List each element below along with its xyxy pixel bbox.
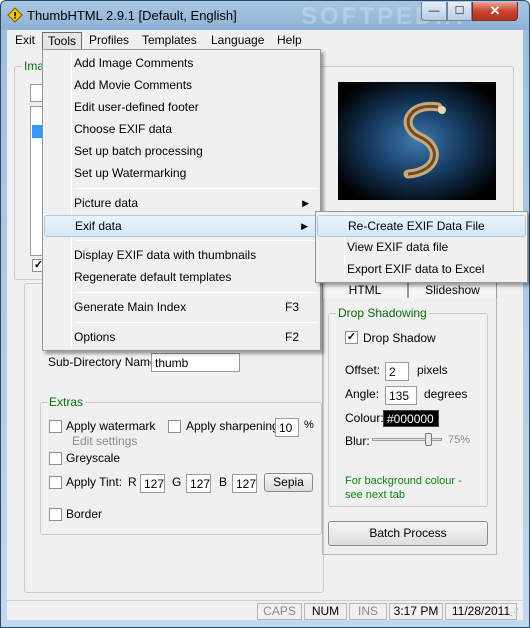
submenu-arrow-icon: ▶ [302, 198, 309, 208]
menu-item-add-movie-comments[interactable]: Add Movie Comments [44, 75, 319, 97]
batch-process-button[interactable]: Batch Process [328, 521, 488, 546]
tint-r-label: R [128, 475, 137, 489]
menu-item-options[interactable]: Options F2 [44, 327, 319, 349]
menu-separator [75, 188, 318, 189]
angle-unit: degrees [424, 387, 468, 401]
menu-item-view-exif[interactable]: View EXIF data file [317, 237, 526, 259]
drop-shadow-label: Drop Shadow [363, 331, 436, 345]
menu-templates[interactable]: Templates [137, 32, 202, 50]
menu-exit[interactable]: Exit [10, 32, 40, 50]
tab-html[interactable]: HTML [322, 282, 408, 298]
tint-r-input[interactable]: 127 [140, 474, 165, 493]
sharpening-unit: % [304, 419, 314, 431]
menu-item-batch-processing[interactable]: Set up batch processing [44, 141, 319, 163]
tools-menu: Add Image Comments Add Movie Comments Ed… [42, 49, 321, 351]
tint-b-label: B [219, 475, 228, 489]
status-ins: INS [349, 603, 387, 620]
greyscale-label: Greyscale [66, 451, 121, 465]
greyscale-checkbox[interactable] [49, 452, 62, 465]
apply-sharpening-checkbox[interactable] [168, 420, 181, 433]
title-bar[interactable]: ! ThumbHTML 2.9.1 [Default, English] SOF… [1, 1, 529, 30]
blur-value: 75% [448, 434, 471, 446]
extras-group-label: Extras [47, 395, 86, 409]
preview-image [338, 82, 496, 200]
status-time: 3:17 PM [389, 603, 443, 620]
maximize-button[interactable]: ☐ [447, 2, 472, 21]
menu-separator [75, 322, 318, 323]
offset-unit: pixels [417, 363, 448, 377]
status-caps: CAPS [257, 603, 302, 620]
apply-tint-label: Apply Tint: [66, 475, 123, 489]
exif-submenu: Re-Create EXIF Data File View EXIF data … [315, 211, 528, 283]
blur-label: Blur: [345, 434, 370, 448]
apply-tint-checkbox[interactable] [49, 476, 62, 489]
apply-watermark-checkbox[interactable] [49, 420, 62, 433]
menu-item-exif-data[interactable]: Exif data ▶ [44, 215, 319, 237]
svg-text:!: ! [13, 12, 17, 22]
tint-g-label: G [172, 475, 182, 489]
apply-sharpening-label: Apply sharpening [186, 419, 279, 433]
preview-graphic [338, 82, 496, 200]
menu-tools[interactable]: Tools [42, 32, 83, 50]
sharpening-input[interactable]: 10 [275, 418, 299, 437]
menu-bar: Exit Tools Profiles Templates Language H… [7, 30, 523, 50]
background-colour-note: For background colour - see next tab [345, 475, 462, 501]
border-label: Border [66, 507, 103, 521]
menu-help[interactable]: Help [272, 32, 307, 50]
tint-b-input[interactable]: 127 [232, 474, 257, 493]
window-title: ThumbHTML 2.9.1 [Default, English] [27, 8, 237, 23]
status-bar: CAPS NUM INS 3:17 PM 11/28/2011 ⋰ [7, 600, 523, 620]
angle-input[interactable]: 135 [385, 386, 417, 405]
offset-input[interactable]: 2 [385, 362, 409, 381]
drop-shadowing-label: Drop Shadowing [336, 306, 429, 320]
menu-item-export-exif-excel[interactable]: Export EXIF data to Excel [317, 259, 526, 281]
tint-g-input[interactable]: 127 [186, 474, 211, 493]
status-num: NUM [304, 603, 347, 620]
colour-swatch[interactable]: #000000 [383, 410, 439, 427]
menu-item-picture-data[interactable]: Picture data ▶ [44, 193, 319, 215]
menu-item-watermarking[interactable]: Set up Watermarking [44, 163, 319, 185]
menu-profiles[interactable]: Profiles [84, 32, 134, 50]
offset-label: Offset: [345, 363, 381, 377]
apply-watermark-label: Apply watermark [66, 419, 156, 433]
sepia-button[interactable]: Sepia [264, 473, 313, 492]
menu-item-display-exif[interactable]: Display EXIF data with thumbnails [44, 245, 319, 267]
minimize-button[interactable]: — [421, 2, 447, 21]
blur-slider-thumb[interactable] [425, 433, 432, 446]
close-button[interactable]: ✕ [472, 2, 518, 21]
menu-item-edit-footer[interactable]: Edit user-defined footer [44, 97, 319, 119]
tab-slideshow[interactable]: Slideshow [408, 282, 497, 298]
menu-item-choose-exif-data[interactable]: Choose EXIF data [44, 119, 319, 141]
tab-strip: HTML Slideshow [322, 282, 497, 299]
menu-item-add-image-comments[interactable]: Add Image Comments [44, 53, 319, 75]
status-date: 11/28/2011 [445, 603, 517, 620]
drop-shadow-checkbox[interactable]: ✓ [345, 331, 358, 344]
resize-grip-icon[interactable]: ⋰ [510, 607, 519, 618]
menu-separator [75, 240, 318, 241]
menu-item-recreate-exif[interactable]: Re-Create EXIF Data File [317, 215, 526, 237]
menu-language[interactable]: Language [206, 32, 269, 50]
angle-label: Angle: [345, 387, 380, 401]
menu-item-generate-main-index[interactable]: Generate Main Index F3 [44, 297, 319, 319]
border-checkbox[interactable] [49, 508, 62, 521]
menu-item-regenerate-templates[interactable]: Regenerate default templates [44, 267, 319, 289]
menu-separator [75, 292, 318, 293]
colour-label: Colour: [345, 411, 384, 425]
submenu-arrow-icon: ▶ [301, 221, 308, 231]
edit-settings-link[interactable]: Edit settings [72, 434, 137, 448]
file-list-selected-row[interactable] [32, 125, 42, 138]
app-icon: ! [7, 7, 23, 23]
